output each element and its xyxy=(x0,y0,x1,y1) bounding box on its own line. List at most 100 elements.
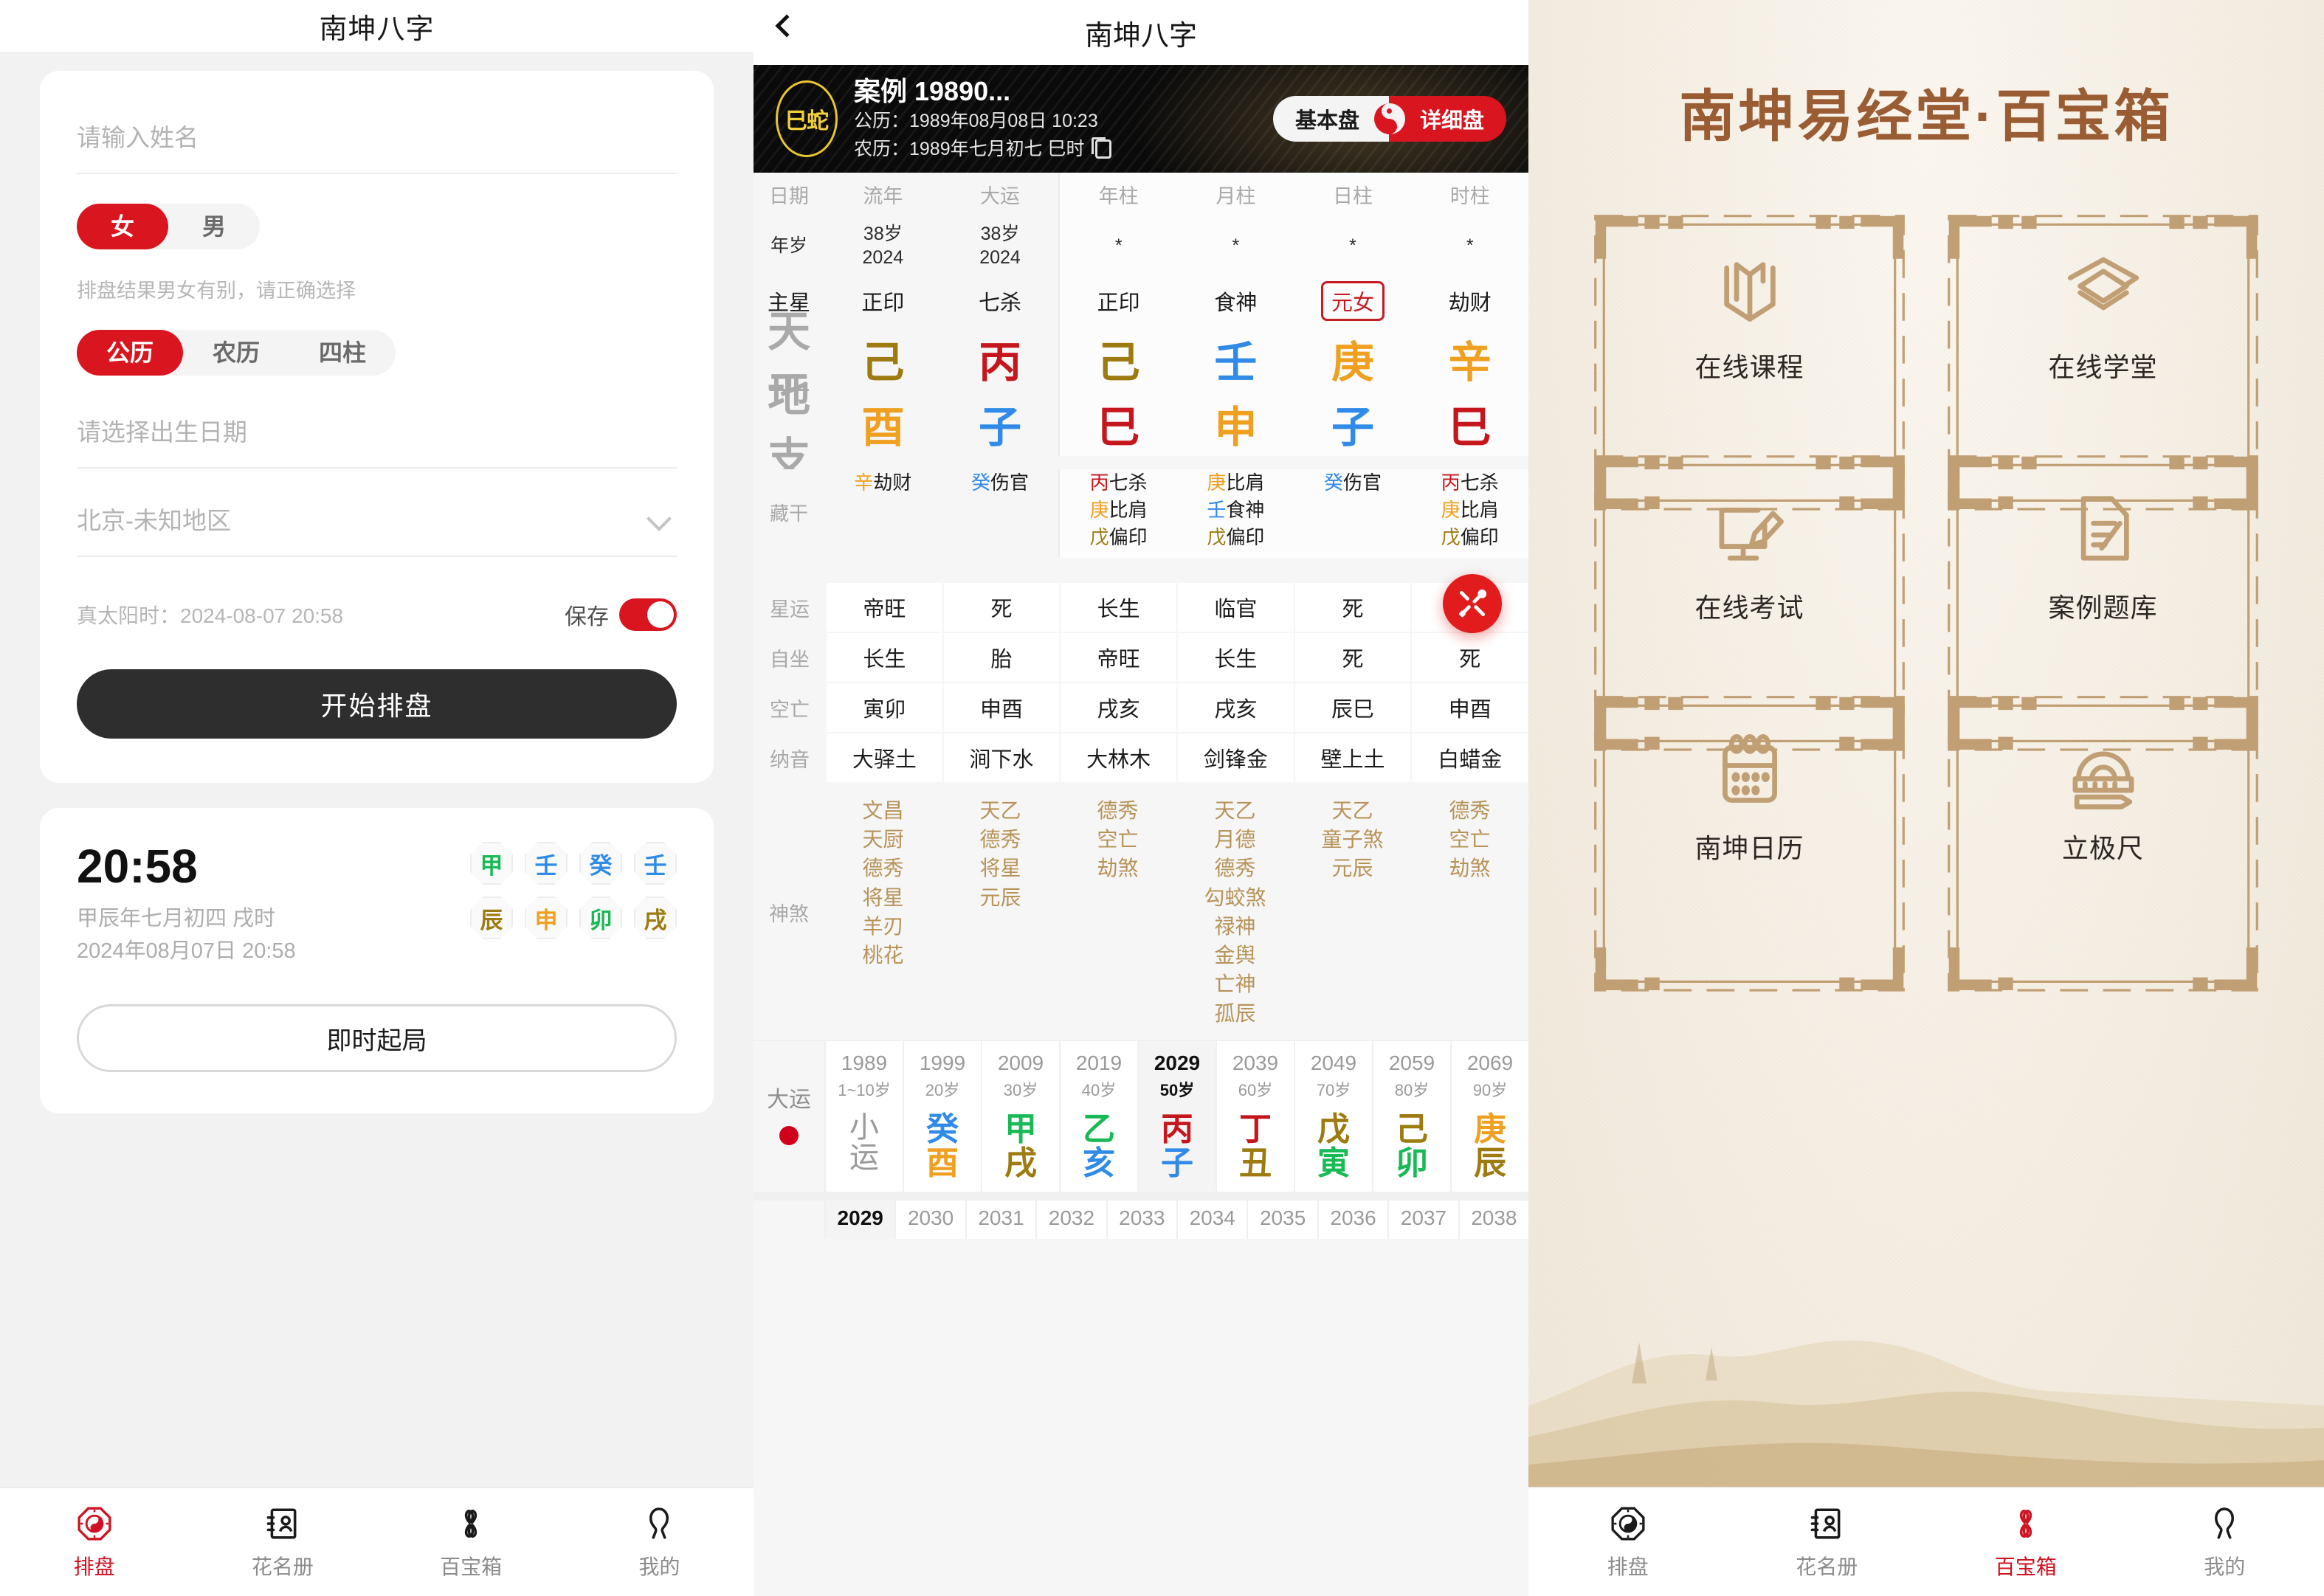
tab-排盘[interactable]: 排盘 xyxy=(1528,1504,1728,1581)
gender-option-female[interactable]: 女 xyxy=(77,204,169,249)
start-paipan-button[interactable]: 开始排盘 xyxy=(77,669,677,739)
name-field[interactable]: 请输入姓名 xyxy=(77,111,677,174)
dayun-cell[interactable]: 1989 1~10岁小运 xyxy=(824,1040,903,1192)
dayun-year: 2069 xyxy=(1466,1051,1514,1074)
tab-百宝箱[interactable]: 百宝箱 xyxy=(1926,1504,2125,1581)
shensha-item: 德秀 xyxy=(979,828,1021,851)
toolbox-item-案例题库[interactable]: 案例题库 xyxy=(1942,450,2263,751)
attribute-cell: 长生 xyxy=(1178,633,1294,682)
region-field[interactable]: 北京-未知地区 xyxy=(77,494,677,557)
tools-fab-button[interactable] xyxy=(1443,574,1502,633)
shensha-item: 空亡 xyxy=(1097,828,1139,851)
tab-排盘[interactable]: 排盘 xyxy=(0,1504,188,1581)
shensha-item: 将星 xyxy=(979,857,1021,880)
current-time-block: 20:58 甲辰年七月初四 戌时 2024年08月07日 20:58 xyxy=(77,841,296,967)
liunian-cell[interactable]: 2038 xyxy=(1458,1201,1528,1240)
dayun-cell[interactable]: 2019 40岁乙亥 xyxy=(1059,1040,1137,1192)
toolbox-icon xyxy=(2006,1504,2046,1544)
toolbox-item-立极尺[interactable]: 立极尺 xyxy=(1942,691,2263,992)
shensha-item: 金舆 xyxy=(1214,944,1256,967)
left-tabbar[interactable]: 排盘 花名册 百宝箱 我的 xyxy=(0,1487,754,1596)
hidden-stem-god: 比肩 xyxy=(1108,498,1148,521)
instant-chart-button[interactable]: 即时起局 xyxy=(77,1004,677,1073)
back-button[interactable] xyxy=(775,14,808,47)
gender-option-male[interactable]: 男 xyxy=(168,204,260,249)
bazi-chip-branch: 辰 xyxy=(470,897,513,939)
page-title: 南坤八字 xyxy=(319,13,435,45)
gender-segmented-control[interactable]: 女 男 xyxy=(77,204,261,249)
tab-label: 百宝箱 xyxy=(1994,1555,2057,1578)
dayun-cell[interactable]: 2059 80岁己卯 xyxy=(1372,1040,1450,1192)
toolbox-item-南坤日历[interactable]: 南坤日历 xyxy=(1589,691,1910,992)
liunian-cell[interactable]: 2029 xyxy=(824,1201,895,1240)
left-header: 南坤八字 xyxy=(0,0,754,52)
calendar-segmented-control[interactable]: 公历 农历 四柱 xyxy=(77,330,396,376)
hidden-stem-god: 七杀 xyxy=(1460,471,1499,494)
dayun-year: 2029 xyxy=(1154,1051,1201,1074)
chart-mode-basic[interactable]: 基本盘 xyxy=(1272,96,1389,142)
age-cell: * xyxy=(1177,215,1294,276)
calendar-option-lunar[interactable]: 农历 xyxy=(183,330,289,376)
hidden-stem-char: 丙 xyxy=(1089,471,1109,494)
earthly-branch-cell: 子 xyxy=(941,391,1059,456)
shensha-item: 空亡 xyxy=(1449,828,1491,851)
dayun-cell[interactable]: 2039 60岁丁丑 xyxy=(1216,1040,1294,1192)
dayun-year: 2039 xyxy=(1232,1051,1279,1074)
table-earthly-branch-row: 地支酉子巳申子巳 xyxy=(754,373,1528,483)
tab-花名册[interactable]: 花名册 xyxy=(188,1504,376,1581)
table-hidden-stems-row: 藏干 辛劫财 癸伤官 丙七杀 庚比肩 戊偏印 庚比肩 壬食神 戊偏印 癸伤官 丙七杀 庚比肩 戊偏印 xyxy=(754,456,1528,578)
tab-我的[interactable]: 我的 xyxy=(2125,1504,2324,1581)
hidden-stem-cell: 癸伤官 xyxy=(1294,469,1412,558)
hidden-stem-cell: 辛劫财 xyxy=(824,469,942,558)
hidden-stem-char: 庚 xyxy=(1207,471,1227,494)
liunian-cell[interactable]: 2030 xyxy=(894,1201,965,1240)
liunian-cell[interactable]: 2036 xyxy=(1317,1201,1387,1240)
shensha-item: 童子煞 xyxy=(1321,828,1384,851)
birthdate-field[interactable]: 请选择出生日期 xyxy=(77,405,677,469)
gender-hint: 排盘结果男女有别，请正确选择 xyxy=(77,280,356,302)
hidden-stem-char: 庚 xyxy=(1089,498,1109,521)
toolbox-item-在线学堂[interactable]: 在线学堂 xyxy=(1942,210,2263,511)
attribute-cell: 帝旺 xyxy=(1061,633,1177,682)
copy-icon[interactable] xyxy=(1091,137,1111,159)
liunian-cell[interactable]: 2035 xyxy=(1247,1201,1317,1240)
toolbox-item-在线课程[interactable]: 在线课程 xyxy=(1589,210,1910,511)
dayun-cell[interactable]: 2029 50岁丙子 xyxy=(1137,1040,1216,1192)
dayun-cell[interactable]: 1999 20岁癸酉 xyxy=(903,1040,981,1192)
calendar-option-sizhu[interactable]: 四柱 xyxy=(289,330,396,376)
attribute-cell: 死 xyxy=(1294,583,1411,632)
liunian-cell[interactable]: 2032 xyxy=(1035,1201,1106,1240)
right-tabbar[interactable]: 排盘 花名册 百宝箱 我的 xyxy=(1528,1487,2324,1596)
liunian-cell[interactable]: 2037 xyxy=(1387,1201,1458,1240)
dayun-cell[interactable]: 2049 70岁戊寅 xyxy=(1294,1040,1372,1192)
tab-label: 百宝箱 xyxy=(440,1555,503,1578)
dayun-stem: 癸 xyxy=(926,1110,959,1147)
dayun-year: 2019 xyxy=(1075,1051,1123,1074)
toolbox-item-在线考试[interactable]: 在线考试 xyxy=(1589,450,1910,751)
age-cell: 38岁 2024 xyxy=(824,215,942,276)
dayun-cell[interactable]: 2009 30岁甲戌 xyxy=(981,1040,1059,1192)
mid-page-title: 南坤八字 xyxy=(1084,20,1197,52)
attribute-cell: 白蜡金 xyxy=(1412,733,1528,782)
heavenly-stem-cell: 壬 xyxy=(1177,326,1294,391)
liunian-cell[interactable]: 2031 xyxy=(965,1201,1035,1240)
attribute-cell: 帝旺 xyxy=(827,583,942,632)
save-toggle-group[interactable]: 保存 xyxy=(565,598,677,631)
liunian-cell[interactable]: 2034 xyxy=(1176,1201,1247,1240)
liunian-cell[interactable]: 2033 xyxy=(1106,1201,1176,1240)
tab-label: 我的 xyxy=(638,1555,680,1578)
dayun-year: 1989 xyxy=(841,1051,888,1074)
tab-百宝箱[interactable]: 百宝箱 xyxy=(377,1504,565,1581)
shensha-item: 天乙 xyxy=(1214,799,1256,822)
dayun-stem: 丁 xyxy=(1239,1110,1272,1147)
attribute-cell: 长生 xyxy=(1061,583,1177,632)
tab-花名册[interactable]: 花名册 xyxy=(1728,1504,1927,1581)
shensha-item: 禄神 xyxy=(1214,914,1256,938)
chart-mode-toggle[interactable]: 基本盘 详细盘 xyxy=(1272,96,1506,142)
dayun-cell[interactable]: 2069 90岁庚辰 xyxy=(1450,1040,1528,1192)
chart-mode-detail[interactable]: 详细盘 xyxy=(1388,96,1506,142)
calendar-option-solar[interactable]: 公历 xyxy=(77,330,184,376)
save-switch[interactable] xyxy=(619,598,677,631)
hidden-stem-god: 劫财 xyxy=(873,471,912,494)
tab-我的[interactable]: 我的 xyxy=(565,1504,754,1581)
